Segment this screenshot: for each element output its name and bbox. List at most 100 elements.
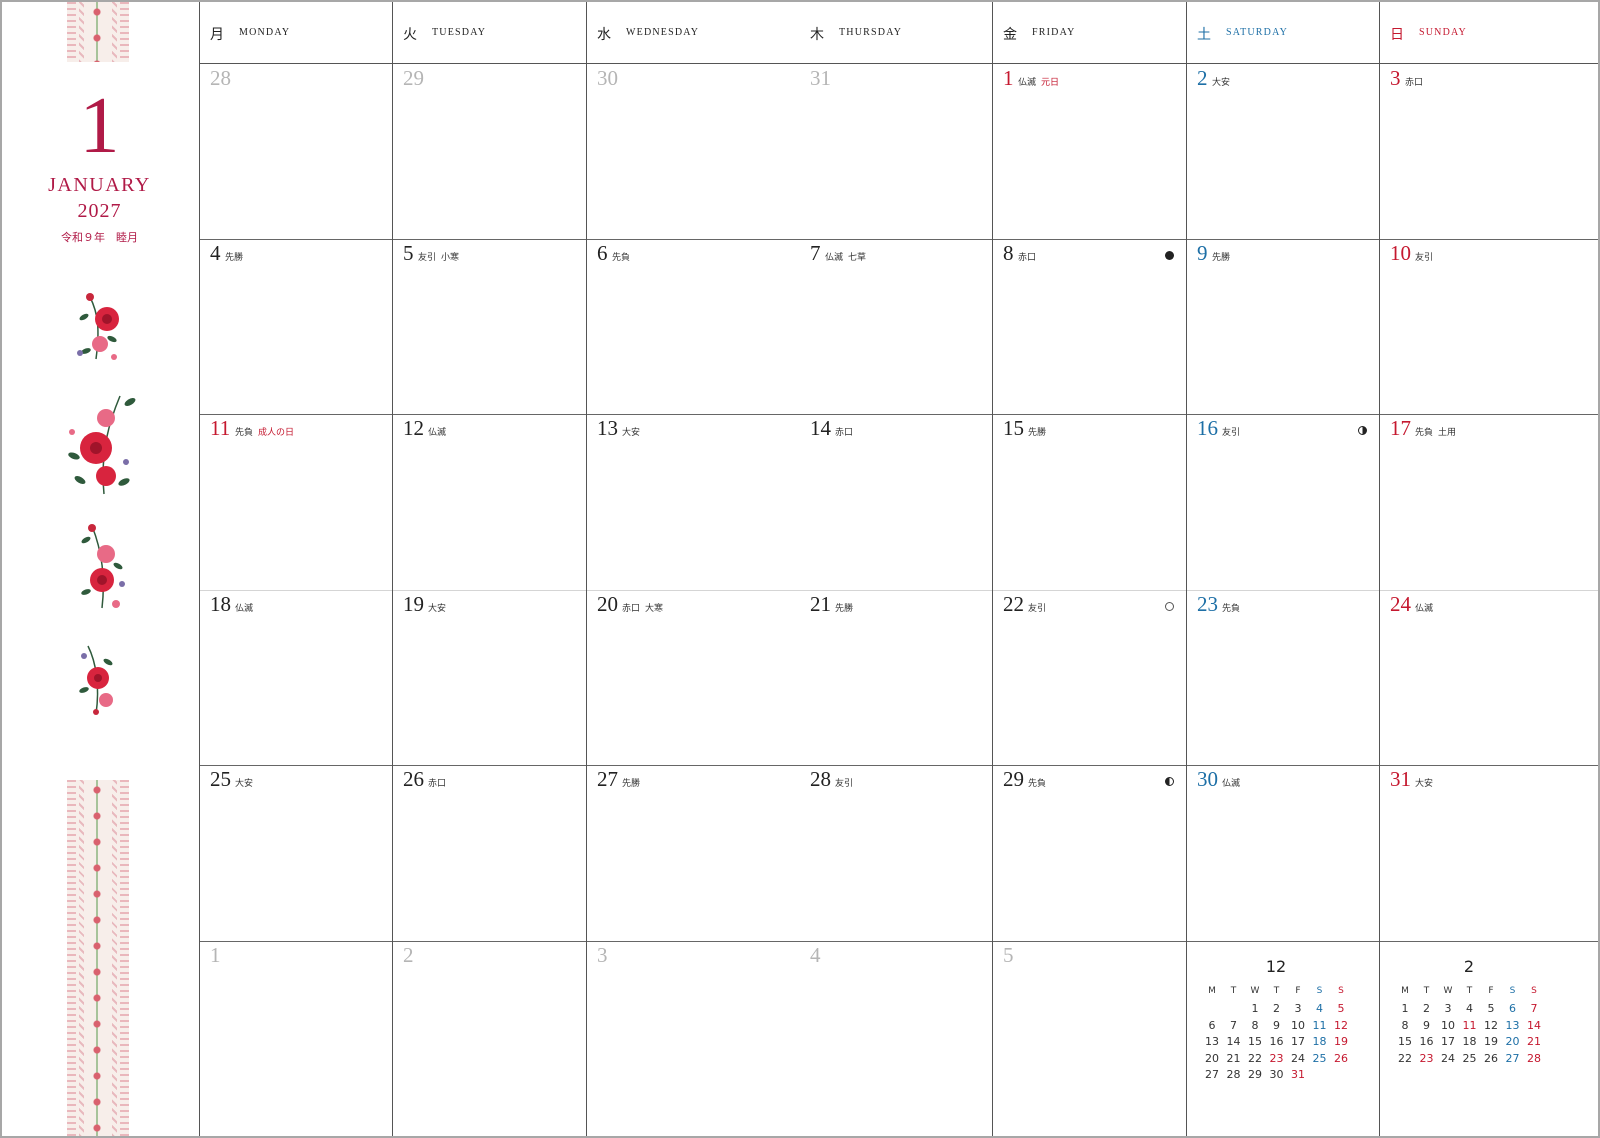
rokuyo-text: 大安: [1415, 779, 1434, 789]
day-cell[interactable]: 2: [392, 941, 586, 1136]
day-cell[interactable]: 27 先勝: [586, 765, 799, 941]
rokuyo-text: 赤口: [428, 779, 447, 789]
day-number: 16: [1197, 416, 1218, 440]
day-cell[interactable]: 23 先負: [1186, 590, 1379, 765]
day-cell[interactable]: 30: [586, 64, 799, 239]
mini-day: 7: [1230, 1018, 1237, 1032]
day-cell[interactable]: 10 友引: [1379, 239, 1598, 414]
day-number: 5: [403, 241, 414, 265]
rokuyo-text: 先負: [1415, 428, 1434, 438]
day-number: 21: [810, 592, 831, 616]
mini-day: 3: [1294, 1002, 1302, 1015]
day-cell[interactable]: 3: [586, 941, 799, 1136]
ribbon-decoration-bottom: [67, 780, 129, 1136]
new-moon-icon: [1165, 251, 1174, 260]
weekday-header-tuesday: 火 TUESDAY: [392, 2, 586, 64]
rokuyo-text: 大安: [235, 779, 254, 789]
day-cell[interactable]: 13 大安: [586, 414, 799, 590]
rokuyo-label: 仏滅 七草: [825, 250, 866, 263]
day-cell[interactable]: 18 仏滅: [199, 590, 392, 765]
mini-weekday: S: [1316, 986, 1323, 996]
mini-day: 22: [1398, 1051, 1412, 1065]
day-cell[interactable]: 1: [199, 941, 392, 1136]
mini-day: 20: [1505, 1035, 1520, 1048]
rokuyo-label: 先勝: [225, 250, 243, 263]
weekday-header-wednesday: 水 WEDNESDAY: [586, 2, 799, 64]
day-cell[interactable]: 25 大安: [199, 765, 392, 941]
rokuyo-label: 友引 小寒: [418, 250, 459, 263]
day-cell[interactable]: 6 先負: [586, 239, 799, 414]
mini-weekday: W: [1443, 986, 1453, 996]
day-cell[interactable]: 7 仏滅 七草: [799, 239, 992, 414]
day-cell[interactable]: 20 赤口 大寒: [586, 590, 799, 765]
rokuyo-label: 先負: [1222, 601, 1240, 614]
day-cell[interactable]: 3 赤口: [1379, 64, 1598, 239]
day-cell[interactable]: 15 先勝: [992, 414, 1186, 590]
month-number: 1: [79, 82, 120, 170]
mini-day: 29: [1248, 1068, 1262, 1081]
full-moon-icon: [1165, 602, 1174, 611]
mini-calendar-previous: 12 M T W T F S S 1 2 3 4 5 6 7 8 9 10 11 12 13 14 15 16 17 18 19 20…: [1201, 957, 1351, 1092]
day-cell[interactable]: 22 友引: [992, 590, 1186, 765]
mini-day: 9: [1423, 1018, 1430, 1032]
day-number: 3: [597, 943, 608, 967]
mini-day: 1: [1251, 1002, 1259, 1015]
day-cell[interactable]: 4: [799, 941, 992, 1136]
day-cell[interactable]: 29 先負: [992, 765, 1186, 941]
rokuyo-text: 先勝: [1028, 428, 1047, 438]
day-cell[interactable]: 29: [392, 64, 586, 239]
day-number: 28: [810, 767, 831, 791]
day-cell[interactable]: 2 大安: [1186, 64, 1379, 239]
day-cell[interactable]: 24 仏滅: [1379, 590, 1598, 765]
day-cell[interactable]: 5 友引 小寒: [392, 239, 586, 414]
day-cell[interactable]: 28: [199, 64, 392, 239]
day-cell[interactable]: 16 友引: [1186, 414, 1379, 590]
day-cell[interactable]: 9 先勝: [1186, 239, 1379, 414]
rokuyo-text: 先勝: [622, 779, 641, 789]
rokuyo-text: 大安: [622, 428, 641, 438]
rokuyo-label: 友引: [1028, 601, 1046, 614]
day-number: 26: [403, 767, 424, 791]
day-cell[interactable]: 12 仏滅: [392, 414, 586, 590]
day-cell[interactable]: 19 大安: [392, 590, 586, 765]
first-moon-icon: [1358, 426, 1367, 435]
day-cell[interactable]: 31: [799, 64, 992, 239]
day-number: 8: [1003, 241, 1014, 265]
rokuyo-text: 先勝: [225, 253, 244, 263]
mini-day: 18: [1312, 1035, 1327, 1048]
mini-day: 21: [1226, 1051, 1241, 1065]
rokuyo-label: 先勝: [1028, 425, 1046, 438]
mini-calendar-title: 2: [1463, 957, 1475, 976]
mini-day: 3: [1444, 1002, 1452, 1015]
rokuyo-text: 仏滅: [825, 253, 844, 263]
day-cell[interactable]: 11 先負 成人の日: [199, 414, 392, 590]
day-cell[interactable]: 30 仏滅: [1186, 765, 1379, 941]
day-cell[interactable]: 17 先負 土用: [1379, 414, 1598, 590]
day-cell[interactable]: 8 赤口: [992, 239, 1186, 414]
rokuyo-label: 仏滅: [235, 601, 253, 614]
day-number: 31: [810, 66, 831, 90]
mini-day: 26: [1484, 1051, 1498, 1065]
day-number: 23: [1197, 592, 1218, 616]
day-cell[interactable]: 14 赤口: [799, 414, 992, 590]
day-cell[interactable]: 5: [992, 941, 1186, 1136]
solar-term-label: 七草: [848, 253, 867, 263]
day-cell[interactable]: 31 大安: [1379, 765, 1598, 941]
mini-day: 15: [1248, 1035, 1262, 1048]
rokuyo-text: 赤口: [1405, 78, 1424, 88]
rokuyo-text: 仏滅: [1018, 78, 1037, 88]
mini-day: 25: [1462, 1051, 1477, 1065]
day-cell[interactable]: 1 仏滅 元日: [992, 64, 1186, 239]
day-cell[interactable]: 28 友引: [799, 765, 992, 941]
mini-day: 16: [1269, 1035, 1284, 1048]
mini-weekday: T: [1230, 986, 1237, 996]
mini-day: 17: [1291, 1035, 1305, 1048]
mini-day: 23: [1419, 1051, 1434, 1065]
day-cell[interactable]: 26 赤口: [392, 765, 586, 941]
day-number: 29: [403, 66, 424, 90]
day-cell[interactable]: 4 先勝: [199, 239, 392, 414]
day-cell[interactable]: 21 先勝: [799, 590, 992, 765]
mini-day: 14: [1527, 1018, 1541, 1032]
day-number: 18: [210, 592, 231, 616]
month-year: 2027: [77, 200, 122, 222]
